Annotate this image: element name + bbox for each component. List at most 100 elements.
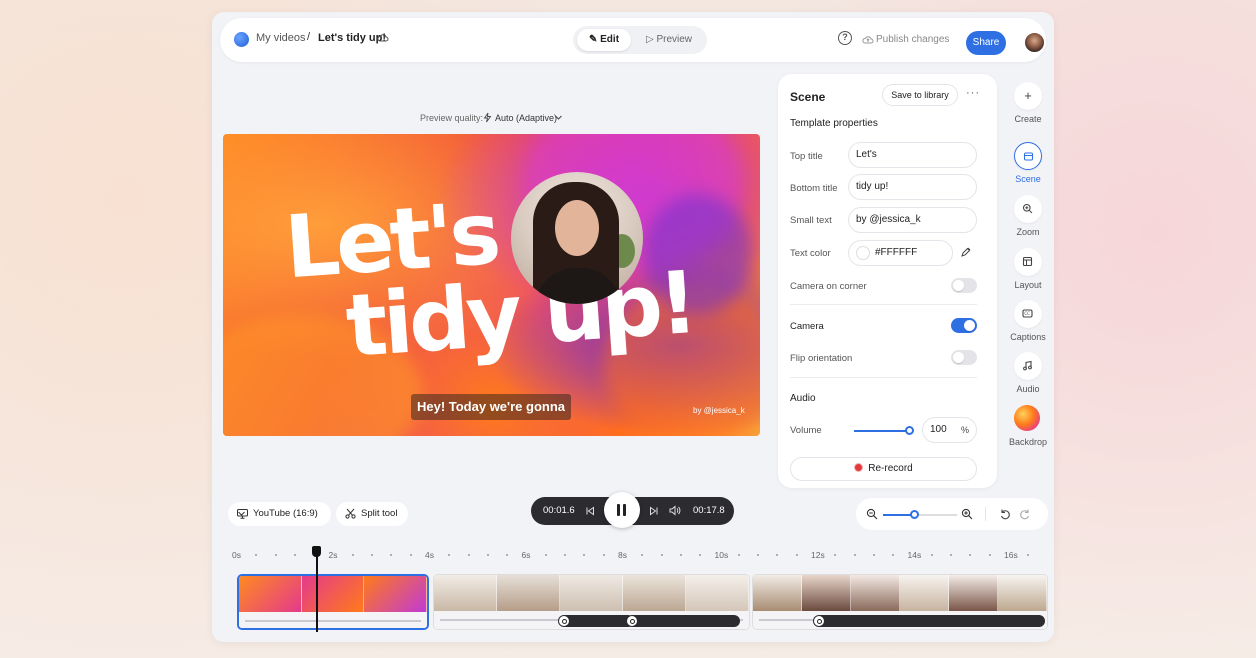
scene-panel: Scene Save to library ··· Template prope… [778, 74, 997, 488]
playhead-handle[interactable] [312, 546, 321, 557]
tab-edit[interactable]: ✎ Edit [577, 29, 631, 51]
publish-changes-button[interactable]: Publish changes [860, 28, 952, 52]
preview-quality-select[interactable]: Auto (Adaptive) [495, 113, 557, 123]
timeline-clip-screen-recording-2[interactable] [752, 574, 1048, 630]
scene-icon[interactable] [1014, 142, 1042, 170]
breadcrumb-my-videos[interactable]: My videos [256, 32, 306, 44]
zoom-in-icon[interactable] [961, 508, 973, 520]
playhead-line[interactable] [316, 548, 318, 632]
zoom-icon[interactable] [1014, 195, 1042, 223]
scissors-icon [345, 508, 356, 519]
timeline-tick-mark [255, 554, 258, 556]
flip-orientation-label: Flip orientation [790, 353, 853, 364]
re-record-button[interactable]: Re-record [790, 457, 977, 481]
flip-orientation-toggle[interactable] [951, 350, 977, 365]
volume-slider-handle[interactable] [905, 426, 914, 435]
timeline-tick-label: 16s [1004, 550, 1018, 560]
current-time: 00:01.6 [543, 505, 575, 516]
pause-icon [617, 504, 620, 516]
text-color-value: #FFFFFF [875, 247, 918, 258]
zoom-segment[interactable] [558, 615, 634, 627]
logo-icon[interactable] [234, 32, 249, 47]
rail-captions-label: Captions [1010, 332, 1046, 342]
video-preview[interactable]: Let's tidy up! Hey! Today we're gonna by… [223, 134, 760, 436]
timeline-tick-mark [564, 554, 567, 556]
help-icon[interactable]: ? [838, 31, 852, 45]
rail-layout-label: Layout [1014, 280, 1042, 290]
skip-back-icon[interactable] [585, 506, 595, 516]
toggle-knob [953, 280, 964, 291]
top-bar: My videos / Let's tidy up! ✎ Edit ▷ Prev… [220, 18, 1046, 62]
panel-title: Scene [790, 90, 826, 104]
share-button[interactable]: Share [966, 31, 1006, 55]
redo-icon[interactable] [1019, 508, 1031, 520]
save-to-library-button[interactable]: Save to library [882, 84, 958, 106]
timeline-tick-mark [795, 554, 798, 556]
rail-scene-label: Scene [1015, 174, 1041, 184]
tab-preview-label: Preview [656, 34, 693, 45]
camera-on-corner-label: Camera on corner [790, 281, 867, 292]
timeline-tick-mark [1027, 554, 1030, 556]
timeline-tick-mark [506, 554, 509, 556]
undo-icon[interactable] [999, 508, 1011, 520]
bottom-title-input[interactable]: tidy up! [848, 174, 977, 200]
timeline-tick-mark [544, 554, 547, 556]
camera-on-corner-toggle[interactable] [951, 278, 977, 293]
timeline-tick-mark [969, 554, 972, 556]
record-icon [854, 463, 864, 472]
breadcrumb-current-video[interactable]: Let's tidy up! [318, 32, 386, 44]
timeline-zoom-handle[interactable] [910, 510, 919, 519]
clip-thumbnails [753, 575, 1047, 611]
volume-icon[interactable] [669, 505, 681, 516]
clip-frame [851, 575, 900, 611]
timeline-tick-mark [988, 554, 991, 556]
music-note-icon[interactable] [1014, 352, 1042, 380]
timeline-clip-intro[interactable] [237, 574, 429, 630]
plus-icon[interactable]: + [1014, 82, 1042, 110]
timeline-clip-screen-recording-1[interactable] [433, 574, 750, 630]
user-avatar[interactable] [1023, 31, 1046, 54]
color-swatch[interactable] [856, 246, 870, 260]
zoom-segment[interactable] [813, 615, 1045, 627]
chevron-down-icon [238, 511, 245, 516]
top-title-input[interactable]: Let's [848, 142, 977, 168]
skip-forward-icon[interactable] [649, 506, 659, 516]
small-text-label: Small text [790, 215, 832, 226]
timeline-zoom-controls [856, 498, 1048, 530]
timeline-zoom-slider[interactable] [883, 514, 957, 516]
captions-icon[interactable]: CC [1014, 300, 1042, 328]
layout-icon[interactable] [1014, 248, 1042, 276]
timeline-tick-mark [660, 554, 663, 556]
aspect-ratio-select[interactable]: YouTube (16:9) [228, 502, 331, 526]
chevron-down-icon[interactable] [554, 113, 563, 122]
timeline-tick-mark [930, 554, 933, 556]
camera-toggle[interactable] [951, 318, 977, 333]
timeline-ruler[interactable]: 0s 2s 4s 6s 8s 10s 12s 14s 16s [220, 546, 1048, 566]
camera-label: Camera [790, 321, 824, 332]
volume-slider-track[interactable] [854, 430, 910, 432]
pause-button[interactable] [604, 492, 640, 528]
timeline-tick-label: 14s [907, 550, 922, 560]
backdrop-swatch-icon[interactable] [1014, 405, 1040, 431]
timeline-tick-mark [757, 554, 760, 556]
cloud-upload-icon [862, 36, 874, 44]
clip-frame [497, 575, 560, 611]
clip-frame [686, 575, 749, 611]
small-text-input[interactable]: by @jessica_k [848, 207, 977, 233]
zoom-segment-icon [627, 616, 637, 626]
timeline-tick-label: 8s [618, 550, 627, 560]
camera-bubble[interactable] [511, 172, 643, 304]
text-color-input[interactable]: #FFFFFF [848, 240, 953, 266]
tab-preview[interactable]: ▷ Preview [637, 29, 701, 51]
eyedropper-icon[interactable] [960, 246, 972, 258]
timeline-tick-label: 10s [714, 550, 729, 560]
split-tool-button[interactable]: Split tool [336, 502, 408, 526]
more-options-icon[interactable]: ··· [966, 87, 980, 99]
timeline-tick-mark [486, 554, 489, 556]
clip-frame [434, 575, 497, 611]
clip-frame [949, 575, 998, 611]
play-outline-icon: ▷ [645, 34, 654, 45]
zoom-segment[interactable] [626, 615, 740, 627]
timeline-tick-mark [950, 554, 953, 556]
zoom-out-icon[interactable] [866, 508, 878, 520]
